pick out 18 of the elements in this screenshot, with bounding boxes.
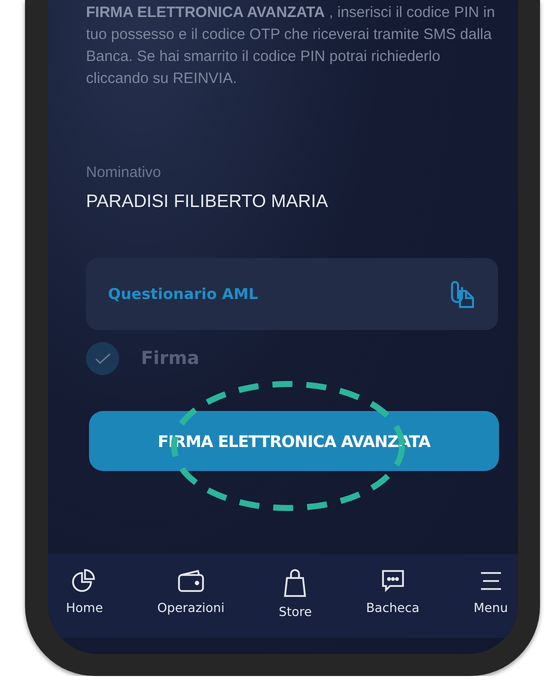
chat-icon — [380, 568, 406, 594]
shopping-bag-icon — [283, 568, 308, 598]
wallet-icon — [176, 568, 205, 594]
field-value: PARADISI FILIBERTO MARIA — [86, 191, 330, 212]
document-card[interactable]: Questionario AML — [86, 258, 498, 330]
pie-chart-icon — [71, 568, 98, 594]
field-label: Nominativo — [86, 164, 162, 181]
nav-tab[interactable]: Home — [66, 568, 103, 620]
nav-tab[interactable]: Operazioni — [157, 568, 225, 620]
attachment-icon — [448, 279, 476, 309]
instructions-paragraph: FIRMA ELETTRONICA AVANZATA , inserisci il codice PIN in tuo possesso e il codice OTP che riceverai tramite SMS dalla Banca. Se hai smarrito il codice PIN potrai richiederlo cliccando su REINVIA. — [86, 3, 496, 89]
document-title: Questionario AML — [108, 285, 258, 303]
checkbox-label: Firma — [141, 348, 200, 369]
nav-tab[interactable]: Bacheca — [366, 568, 420, 620]
nav-tab[interactable]: Menu — [474, 568, 508, 620]
check-icon — [94, 352, 110, 364]
checkbox[interactable] — [86, 342, 119, 375]
nav-tab[interactable]: Store — [278, 568, 312, 620]
